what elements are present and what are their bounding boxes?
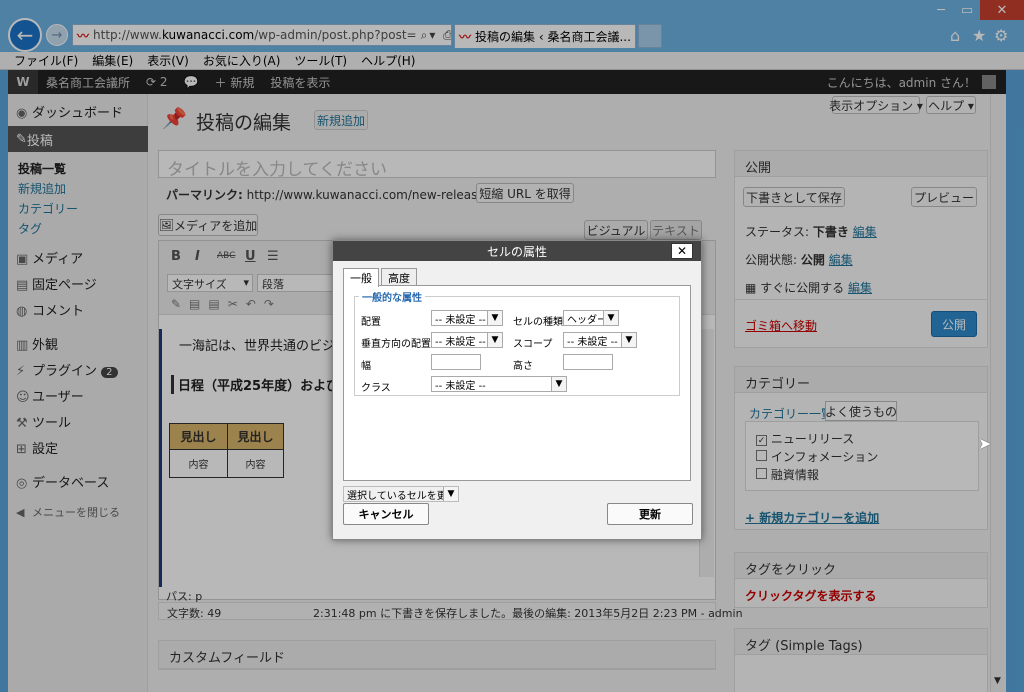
tab-advanced[interactable]: 高度 — [381, 268, 417, 286]
chevron-down-icon: ▼ — [443, 487, 458, 501]
general-attributes-legend: 一般的な属性 — [359, 289, 425, 304]
align-label: 配置 — [361, 317, 381, 328]
tab-general[interactable]: 一般 — [343, 268, 379, 287]
cell-type-label: セルの種類 — [513, 317, 563, 328]
chevron-down-icon: ▼ — [487, 333, 502, 347]
height-input[interactable] — [563, 354, 613, 370]
chevron-down-icon: ▼ — [603, 311, 618, 325]
update-button[interactable]: 更新 — [607, 503, 693, 525]
scope-label: スコープ — [513, 339, 553, 350]
cancel-button[interactable]: キャンセル — [343, 503, 429, 525]
class-label: クラス — [361, 383, 391, 394]
width-input[interactable] — [431, 354, 481, 370]
update-scope-select[interactable]: 選択しているセルを更新 ▼ — [343, 486, 459, 502]
cell-type-select[interactable]: ヘッダー ▼ — [563, 310, 619, 326]
general-attributes-group: 一般的な属性 配置 -- 未設定 -- ▼ セルの種類 ヘッダー ▼ 垂直方向の配置… — [354, 289, 680, 396]
height-label: 高さ — [513, 361, 533, 372]
chevron-down-icon: ▼ — [551, 377, 566, 391]
cell-properties-dialog: セルの属性 ✕ 一般 高度 一般的な属性 配置 -- 未設定 -- ▼ セルの種類… — [332, 240, 702, 540]
valign-select[interactable]: -- 未設定 -- ▼ — [431, 332, 503, 348]
scope-select[interactable]: -- 未設定 -- ▼ — [563, 332, 637, 348]
mouse-cursor-icon: ➤ — [978, 434, 992, 453]
close-icon[interactable]: ✕ — [671, 243, 693, 259]
class-select[interactable]: -- 未設定 -- ▼ — [431, 376, 567, 392]
chevron-down-icon: ▼ — [621, 333, 636, 347]
width-label: 幅 — [361, 361, 371, 372]
dialog-panel: 一般的な属性 配置 -- 未設定 -- ▼ セルの種類 ヘッダー ▼ 垂直方向の配置… — [343, 285, 691, 481]
dialog-title: セルの属性 — [333, 241, 701, 261]
chevron-down-icon: ▼ — [487, 311, 502, 325]
valign-label: 垂直方向の配置 — [361, 339, 431, 350]
align-select[interactable]: -- 未設定 -- ▼ — [431, 310, 503, 326]
